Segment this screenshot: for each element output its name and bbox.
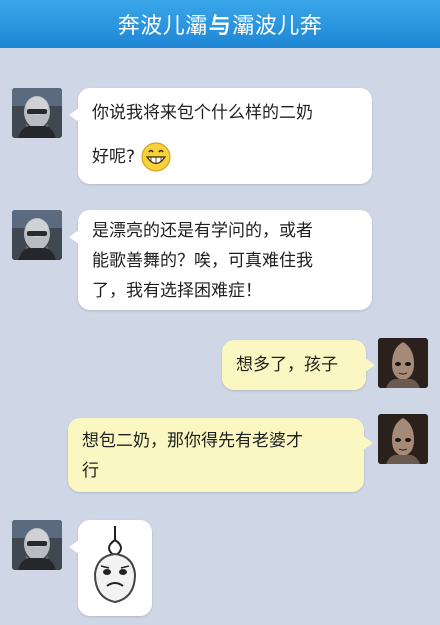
title-right: 灞波儿奔 xyxy=(232,14,323,39)
avatar-right[interactable] xyxy=(378,338,428,388)
avatar-left[interactable] xyxy=(12,520,62,570)
message-bubble[interactable]: 是漂亮的还是有学问的，或者 能歌善舞的？唉，可真难住我 了，我有选择困难症！ xyxy=(69,210,372,310)
message-bubble[interactable]: 想包二奶，那你得先有老婆才 行 xyxy=(68,418,373,492)
avatar-left[interactable] xyxy=(12,88,62,138)
message-text: 行 xyxy=(82,461,99,481)
sticker-bubble[interactable] xyxy=(69,520,152,616)
hanging-face-sticker-icon xyxy=(93,526,137,604)
grin-emoji-icon xyxy=(141,142,171,172)
chat-header: 奔波儿灞与灞波儿奔 xyxy=(0,0,440,48)
chat-title: 奔波儿灞与灞波儿奔 xyxy=(118,8,323,40)
message-text: 你说我将来包个什么样的二奶 xyxy=(92,103,313,123)
title-left: 奔波儿灞 xyxy=(117,14,208,39)
message-text: 好呢? xyxy=(92,147,136,167)
message-bubble[interactable]: 你说我将来包个什么样的二奶 好呢? xyxy=(69,88,372,184)
message-bubble[interactable]: 想多了，孩子 xyxy=(222,340,375,390)
avatar-left[interactable] xyxy=(12,210,62,260)
message-text: 想包二奶，那你得先有老婆才 xyxy=(82,431,303,451)
message-text: 是漂亮的还是有学问的，或者 xyxy=(92,221,313,241)
avatar-right[interactable] xyxy=(378,414,428,464)
title-separator: 与 xyxy=(208,14,232,39)
message-text: 想多了，孩子 xyxy=(236,355,338,375)
message-text: 了，我有选择困难症！ xyxy=(92,281,262,301)
message-text: 能歌善舞的？唉，可真难住我 xyxy=(92,251,313,271)
